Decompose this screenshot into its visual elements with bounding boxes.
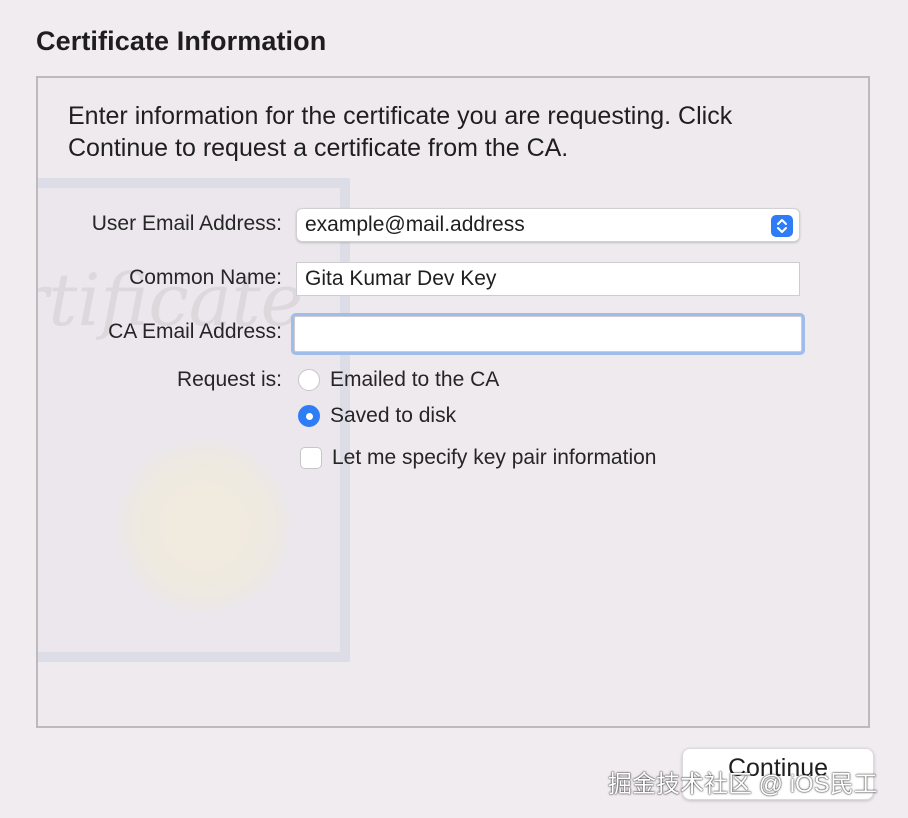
radio-emailed-label: Emailed to the CA	[330, 368, 500, 391]
window-title: Certificate Information	[36, 26, 327, 56]
key-pair-checkbox-row[interactable]: Let me specify key pair information	[300, 446, 656, 470]
user-email-value: example@mail.address	[305, 213, 525, 236]
seal-icon	[116, 438, 292, 614]
ca-email-field[interactable]	[294, 316, 802, 352]
radio-emailed-to-ca[interactable]: Emailed to the CA	[298, 368, 499, 392]
chevron-updown-icon[interactable]	[771, 215, 793, 237]
certificate-form-panel: rtificate Enter information for the cert…	[36, 76, 870, 728]
intro-text: Enter information for the certificate yo…	[68, 102, 733, 162]
radio-saved-to-disk[interactable]: Saved to disk	[298, 404, 456, 428]
request-is-label: Request is:	[176, 368, 282, 391]
source-credit-watermark: 掘金技术社区 @ iOS民工	[608, 771, 878, 798]
radio-saved-label: Saved to disk	[330, 404, 457, 427]
user-email-popup[interactable]: example@mail.address	[296, 208, 800, 242]
key-pair-label: Let me specify key pair information	[332, 446, 657, 469]
radio-selected-icon[interactable]	[298, 405, 320, 427]
common-name-label: Common Name:	[129, 266, 282, 289]
ca-email-label: CA Email Address:	[108, 320, 282, 343]
user-email-label: User Email Address:	[91, 212, 282, 235]
checkbox-unchecked-icon[interactable]	[300, 447, 322, 469]
common-name-value: Gita Kumar Dev Key	[305, 267, 497, 290]
common-name-field[interactable]: Gita Kumar Dev Key	[296, 262, 800, 296]
radio-unselected-icon[interactable]	[298, 369, 320, 391]
